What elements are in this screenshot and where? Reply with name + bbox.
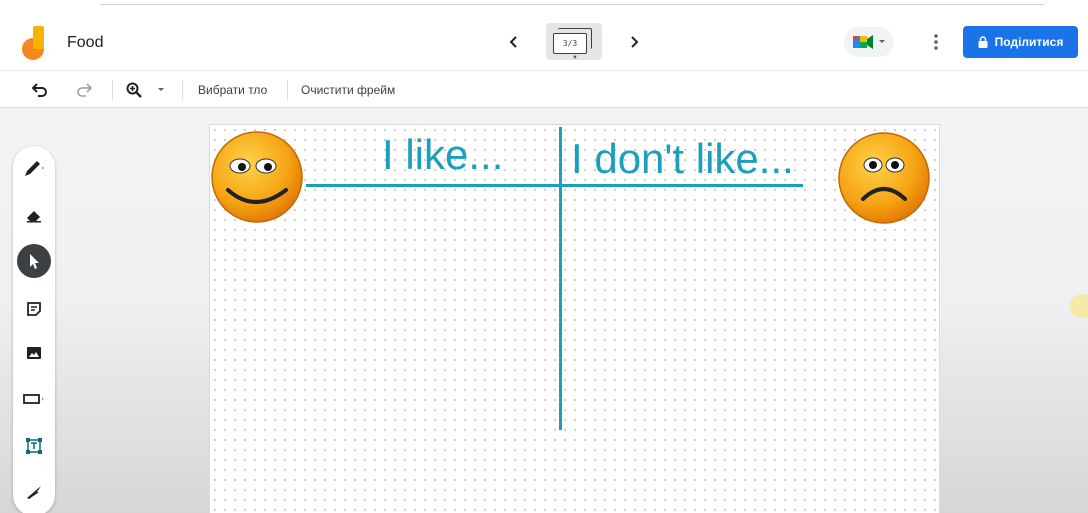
zoom-dropdown[interactable] bbox=[154, 80, 168, 100]
more-options-button[interactable] bbox=[928, 30, 944, 54]
undo-icon bbox=[32, 83, 47, 97]
google-meet-icon bbox=[852, 35, 873, 49]
eraser-icon bbox=[27, 211, 41, 223]
sticky-note-icon bbox=[27, 302, 41, 316]
sticky-note-tool[interactable] bbox=[17, 292, 51, 326]
chevron-right-icon bbox=[631, 36, 639, 48]
toolbar-divider bbox=[182, 80, 183, 100]
tools-sidebar bbox=[13, 146, 55, 513]
frame-bar-toggle[interactable]: 3/3 ▼ bbox=[546, 23, 602, 61]
toolbar: Вибрати тло Очистити фрейм bbox=[0, 70, 1088, 108]
shape-icon bbox=[23, 394, 44, 404]
more-vert-icon bbox=[934, 34, 938, 50]
select-arrow-icon bbox=[30, 254, 39, 269]
eraser-tool[interactable] bbox=[17, 198, 51, 232]
select-tool[interactable] bbox=[17, 244, 51, 278]
top-bar: Food 3/3 ▼ Поділитися bbox=[0, 0, 1088, 70]
zoom-in-icon bbox=[126, 82, 142, 98]
text-box-icon bbox=[26, 438, 42, 454]
zoom-button[interactable] bbox=[124, 80, 144, 100]
laser-tool[interactable] bbox=[17, 474, 51, 508]
laser-icon bbox=[27, 486, 41, 499]
share-button[interactable]: Поділитися bbox=[963, 26, 1078, 58]
sad-smiley-image[interactable] bbox=[837, 131, 931, 225]
pen-tool[interactable] bbox=[17, 151, 51, 185]
set-background-button[interactable]: Вибрати тло bbox=[198, 83, 267, 97]
chevron-left-icon bbox=[509, 36, 517, 48]
frame-indicator: 3/3 bbox=[553, 33, 587, 54]
toolbar-divider bbox=[287, 80, 288, 100]
vertical-divider-line[interactable] bbox=[559, 127, 562, 430]
redo-icon bbox=[77, 83, 92, 97]
heading-i-dont-like[interactable]: I don't like... bbox=[571, 135, 794, 183]
mouse-cursor-highlight bbox=[1070, 294, 1088, 318]
top-divider bbox=[100, 4, 1045, 5]
meet-button[interactable] bbox=[844, 27, 894, 57]
next-frame-button[interactable] bbox=[622, 30, 646, 54]
undo-button[interactable] bbox=[30, 80, 50, 100]
share-label: Поділитися bbox=[994, 35, 1064, 49]
shape-tool[interactable] bbox=[17, 382, 51, 416]
text-box-tool[interactable] bbox=[17, 429, 51, 463]
document-title[interactable]: Food bbox=[67, 34, 103, 52]
caret-down-icon: ▼ bbox=[572, 55, 578, 61]
image-icon bbox=[27, 347, 41, 359]
whiteboard-canvas[interactable]: I like... I don't like... bbox=[209, 124, 940, 513]
image-tool[interactable] bbox=[17, 336, 51, 370]
horizontal-divider-line[interactable] bbox=[306, 184, 803, 187]
redo-button[interactable] bbox=[74, 80, 94, 100]
pen-icon bbox=[25, 161, 44, 176]
clear-frame-button[interactable]: Очистити фрейм bbox=[301, 83, 395, 97]
heading-i-like[interactable]: I like... bbox=[382, 131, 503, 179]
toolbar-divider bbox=[112, 80, 113, 100]
jamboard-logo-icon[interactable] bbox=[22, 26, 44, 60]
caret-down-icon bbox=[158, 88, 164, 91]
caret-down-icon bbox=[878, 40, 885, 43]
previous-frame-button[interactable] bbox=[502, 30, 526, 54]
lock-icon bbox=[978, 36, 988, 48]
happy-smiley-image[interactable] bbox=[210, 130, 304, 224]
